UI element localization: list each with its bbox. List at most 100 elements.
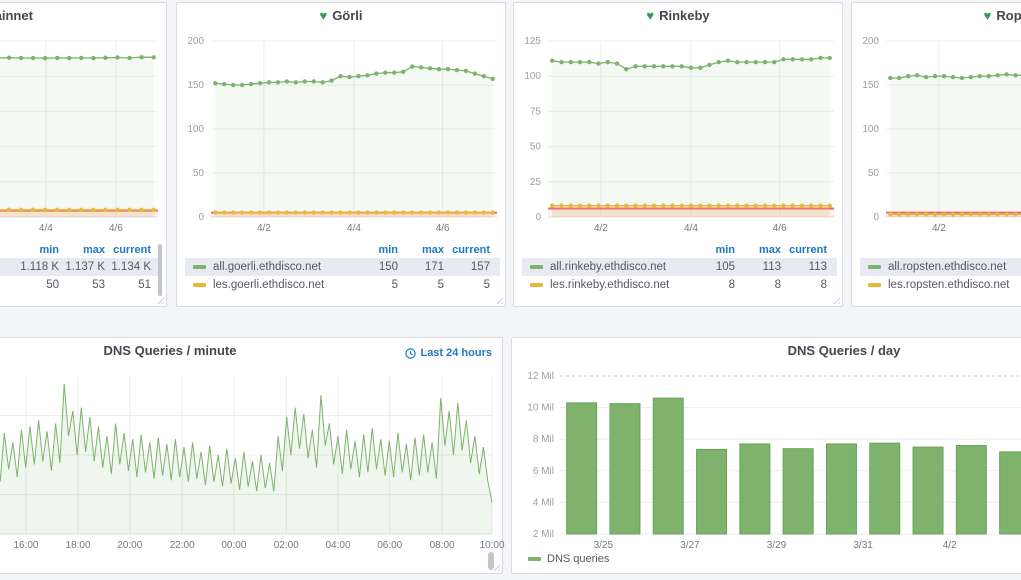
svg-text:100: 100 <box>862 124 879 135</box>
legend-row: les.mainnet.ethdisco.net 50 53 51 <box>0 276 161 294</box>
dns-day-chart[interactable]: 2 Mil 4 Mil 6 Mil 8 Mil 10 Mil 12 Mil 3/25 3/27… <box>514 368 1021 564</box>
resize-handle[interactable] <box>155 295 164 304</box>
svg-text:8 Mil: 8 Mil <box>533 434 554 445</box>
legend-header-max[interactable]: max <box>59 244 105 256</box>
dns-minute-chart[interactable]: 16:00 18:00 20:00 22:00 00:00 02:00 04:00 06:00… <box>0 368 505 564</box>
legend-value-max: 171 <box>424 261 444 273</box>
panel-dns-day-title[interactable]: DNS Queries / day <box>512 338 1021 364</box>
legend-series-label[interactable]: les.rinkeby.ethdisco.net <box>522 279 689 291</box>
rinkeby-timeseries-chart[interactable]: 0 25 50 75 100 125 4/2 4/4 4/6 <box>516 31 842 243</box>
svg-text:4/6: 4/6 <box>773 223 787 234</box>
svg-text:20:00: 20:00 <box>117 540 142 551</box>
svg-text:25: 25 <box>530 177 542 188</box>
legend-series-name: les.rinkeby.ethdisco.net <box>550 279 670 291</box>
svg-text:150: 150 <box>187 80 204 91</box>
panel-mainnet: ♥Mainnet 0250500750100012504/44/6 minmax… <box>0 2 167 307</box>
legend-header-min[interactable]: min <box>689 244 735 256</box>
clock-icon <box>405 347 417 359</box>
legend-header-max[interactable]: max <box>735 244 781 256</box>
legend-value-current: 157 <box>470 261 490 273</box>
series-color-dash <box>193 283 206 287</box>
goerli-timeseries-chart[interactable]: 0 50 100 150 200 4/2 4/4 4/6 <box>179 31 505 243</box>
panel-dns-minute: DNS Queries / minute Last 24 hours 16:00… <box>0 337 505 574</box>
legend-header: minmaxcurrent <box>522 241 837 258</box>
svg-text:100: 100 <box>187 124 204 135</box>
panel-ropsten-title[interactable]: ♥ Ropsten <box>852 3 1021 29</box>
mainnet-legend: minmaxcurrent all.mainnet.ethdisco.net 1.1… <box>0 241 161 294</box>
time-range-picker[interactable]: Last 24 hours <box>405 347 492 359</box>
legend-series-label[interactable]: all.ropsten.ethdisco.net <box>860 261 1021 273</box>
svg-text:10:00: 10:00 <box>479 540 504 551</box>
legend-value-current: 8 <box>820 279 827 291</box>
legend-series-label[interactable]: les.goerli.ethdisco.net <box>185 279 352 291</box>
green-heart-icon: ♥ <box>983 8 992 23</box>
panel-mainnet-title[interactable]: ♥Mainnet <box>0 3 166 29</box>
svg-text:75: 75 <box>530 106 542 117</box>
legend-scrollbar[interactable] <box>158 244 162 296</box>
panel-title-text: DNS Queries / minute <box>103 343 237 358</box>
series-color-dash[interactable] <box>528 557 541 561</box>
legend-row: all.rinkeby.ethdisco.net 105 113 113 <box>522 258 837 276</box>
svg-text:4/2: 4/2 <box>594 223 608 234</box>
legend-series-label[interactable]: all.mainnet.ethdisco.net <box>0 261 13 273</box>
svg-text:50: 50 <box>530 142 542 153</box>
legend-value-current: 1.134 K <box>111 261 151 273</box>
legend-value-max: 5 <box>437 279 444 291</box>
resize-handle[interactable] <box>831 295 840 304</box>
panel-scrollbar[interactable] <box>488 552 494 570</box>
legend-header-max[interactable]: max <box>398 244 444 256</box>
goerli-legend: min max current all.goerli.ethdisco.net 150 1… <box>185 241 500 294</box>
legend-value-max: 1.137 K <box>65 261 105 273</box>
svg-text:100: 100 <box>524 71 541 82</box>
series-color-dash <box>868 283 881 287</box>
ropsten-timeseries-chart[interactable]: 0501001502004/24/44/6 <box>854 31 1021 243</box>
legend-series-name: les.ropsten.ethdisco.net <box>888 279 1010 291</box>
legend-header-min[interactable]: min <box>13 244 59 256</box>
legend-series-label[interactable]: les.mainnet.ethdisco.net <box>0 279 13 291</box>
legend-value-current: 5 <box>483 279 490 291</box>
legend-value-min: 50 <box>46 279 59 291</box>
legend-header-current[interactable]: current <box>105 244 151 256</box>
svg-text:50: 50 <box>868 168 880 179</box>
legend-value-min: 5 <box>391 279 398 291</box>
svg-text:3/27: 3/27 <box>680 540 700 551</box>
panel-dns-day: DNS Queries / day 2 Mil 4 Mil 6 Mil 8 Mil 10… <box>511 337 1021 574</box>
mainnet-timeseries-chart[interactable]: 0250500750100012504/44/6 <box>0 31 166 243</box>
resize-handle[interactable] <box>494 295 503 304</box>
panel-goerli: ♥ Görli 0 50 100 150 200 4/2 4/4 4/6 min max curre… <box>176 2 506 307</box>
svg-text:22:00: 22:00 <box>170 540 195 551</box>
legend-row: les.rinkeby.ethdisco.net 8 8 8 <box>522 276 837 294</box>
legend-row: all.goerli.ethdisco.net 150 171 157 <box>185 258 500 276</box>
legend-value-max: 113 <box>762 261 781 273</box>
legend-header: minmaxcurrent <box>0 241 161 258</box>
svg-text:12 Mil: 12 Mil <box>527 371 554 382</box>
time-range-label: Last 24 hours <box>420 347 492 359</box>
svg-text:4/4: 4/4 <box>684 223 698 234</box>
panel-rinkeby-title[interactable]: ♥ Rinkeby <box>514 3 842 29</box>
svg-text:6 Mil: 6 Mil <box>533 466 554 477</box>
series-color-dash <box>530 283 543 287</box>
panel-title-text: DNS Queries / day <box>787 343 901 358</box>
legend-header: minmaxcurrent <box>185 241 500 258</box>
legend-series-label[interactable]: les.ropsten.ethdisco.net <box>860 279 1021 291</box>
svg-text:200: 200 <box>187 36 204 47</box>
grafana-dashboard: ♥Mainnet 0250500750100012504/44/6 minmax… <box>0 0 1021 580</box>
svg-text:08:00: 08:00 <box>430 540 455 551</box>
legend-header-min[interactable]: min <box>352 244 398 256</box>
panel-ropsten: ♥Ropsten 0501001502004/24/44/6 minmaxcur… <box>851 2 1021 307</box>
legend-series-name: les.goerli.ethdisco.net <box>213 279 325 291</box>
svg-text:4/6: 4/6 <box>436 223 450 234</box>
legend-series-label[interactable]: all.goerli.ethdisco.net <box>185 261 352 273</box>
legend-series-name: all.goerli.ethdisco.net <box>213 261 322 273</box>
svg-text:02:00: 02:00 <box>274 540 299 551</box>
svg-text:3/29: 3/29 <box>767 540 787 551</box>
legend-row: les.goerli.ethdisco.net 5 5 5 <box>185 276 500 294</box>
legend-header-current[interactable]: current <box>444 244 490 256</box>
svg-text:150: 150 <box>862 80 879 91</box>
legend-value-current: 51 <box>138 279 151 291</box>
legend-value-min: 1.118 K <box>20 261 59 273</box>
panel-goerli-title[interactable]: ♥ Görli <box>177 3 505 29</box>
legend-header-current[interactable]: current <box>781 244 827 256</box>
legend-series-label[interactable]: all.rinkeby.ethdisco.net <box>522 261 689 273</box>
green-heart-icon: ♥ <box>646 8 655 23</box>
